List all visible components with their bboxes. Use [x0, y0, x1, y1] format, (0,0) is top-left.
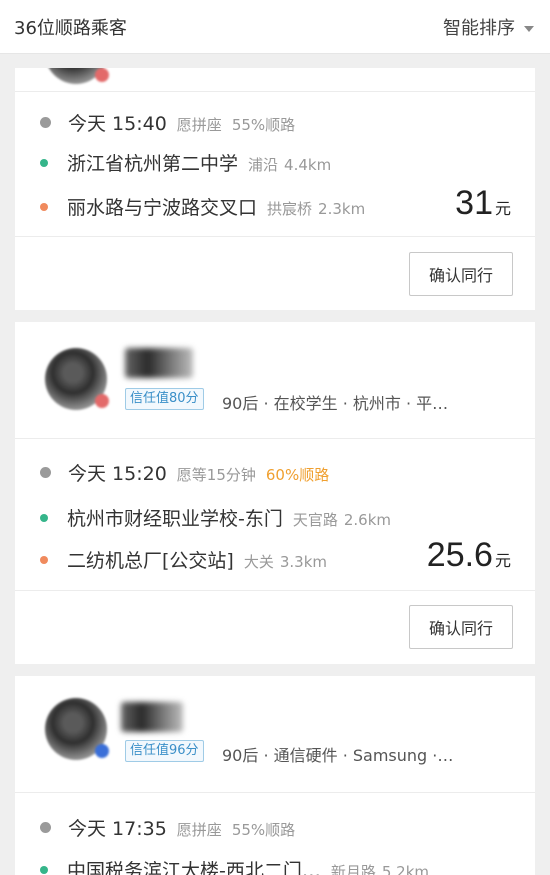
match-percent: 60%顺路 [265, 466, 330, 484]
sort-label: 智能排序 [443, 18, 515, 39]
start-area: 浦沿 [248, 156, 279, 174]
avatar[interactable] [45, 698, 109, 760]
price-value: 25.6 [426, 536, 493, 574]
match-percent: 55%顺路 [231, 821, 296, 839]
end-dot-icon [40, 556, 48, 564]
seat-note: 愿拼座 [176, 821, 222, 839]
chevron-down-icon [524, 25, 534, 32]
confirm-ride-button[interactable]: 确认同行 [409, 605, 513, 649]
start-area: 新月路 [330, 863, 376, 875]
trust-score-badge: 信任值80分 [125, 388, 204, 410]
departure-time: 今天 15:20 [68, 463, 167, 485]
start-location-row: 中国税务滨江大楼-西北二门… 新月路 5.2km [40, 856, 429, 875]
start-location-row: 杭州市财经职业学校-东门 天官路 2.6km [40, 504, 391, 531]
seat-note: 愿拼座 [176, 116, 222, 134]
passenger-profile: 90后 · 在校学生 · 杭州市 · 平… [222, 394, 449, 413]
match-percent: 55%顺路 [231, 116, 296, 134]
confirm-ride-button[interactable]: 确认同行 [409, 252, 513, 296]
end-location-row: 丽水路与宁波路交叉口 拱宸桥 2.3km [40, 193, 365, 220]
start-location-row: 浙江省杭州第二中学 浦沿 4.4km [40, 149, 331, 176]
price-value: 31 [455, 184, 493, 222]
departure-time: 今天 17:35 [68, 818, 167, 840]
avatar[interactable] [45, 68, 109, 84]
trust-score-badge: 信任值96分 [125, 740, 204, 762]
start-distance: 2.6km [343, 511, 392, 529]
passenger-count-title: 36位顺路乘客 [14, 18, 127, 39]
sort-dropdown[interactable]: 智能排序 [443, 14, 534, 40]
start-distance: 5.2km [381, 863, 430, 875]
passenger-name-blurred [125, 348, 193, 378]
departure-time-row: 今天 15:40 愿拼座 55%顺路 [40, 109, 295, 136]
end-area: 拱宸桥 [267, 200, 313, 218]
passenger-card: 信任值80分 90后 · 在校学生 · 杭州市 · 平… 今天 15:20 愿等… [15, 322, 535, 664]
price-unit: 元 [494, 551, 511, 570]
wait-note: 愿等15分钟 [176, 466, 256, 484]
end-distance: 3.3km [279, 553, 327, 571]
start-place: 杭州市财经职业学校-东门 [67, 508, 283, 530]
end-area: 大关 [243, 553, 274, 571]
top-bar: 36位顺路乘客 智能排序 [0, 0, 550, 54]
price-unit: 元 [494, 199, 511, 218]
start-place: 浙江省杭州第二中学 [67, 153, 239, 175]
passenger-profile: 90后 · 通信硬件 · Samsung ·… [222, 746, 454, 765]
gender-badge-icon [95, 68, 109, 82]
departure-time: 今天 15:40 [68, 113, 167, 135]
avatar[interactable] [45, 348, 109, 410]
clock-icon [40, 467, 51, 478]
clock-icon [40, 117, 51, 128]
start-dot-icon [40, 514, 48, 522]
passenger-card: 今天 15:40 愿拼座 55%顺路 浙江省杭州第二中学 浦沿 4.4km 丽水… [15, 68, 535, 310]
start-area: 天官路 [292, 511, 338, 529]
start-dot-icon [40, 159, 48, 167]
end-location-row: 二纺机总厂[公交站] 大关 3.3km [40, 546, 327, 573]
gender-badge-icon [95, 394, 109, 408]
departure-time-row: 今天 17:35 愿拼座 55%顺路 [40, 814, 295, 841]
start-place: 中国税务滨江大楼-西北二门… [67, 860, 321, 875]
departure-time-row: 今天 15:20 愿等15分钟 60%顺路 [40, 459, 329, 486]
end-dot-icon [40, 203, 48, 211]
end-place: 二纺机总厂[公交站] [67, 550, 234, 572]
clock-icon [40, 822, 51, 833]
passenger-name-blurred [121, 702, 183, 732]
start-distance: 4.4km [284, 156, 332, 174]
start-dot-icon [40, 866, 48, 874]
gender-badge-icon [95, 744, 109, 758]
end-place: 丽水路与宁波路交叉口 [67, 197, 258, 219]
passenger-card: 信任值96分 90后 · 通信硬件 · Samsung ·… 今天 17:35 … [15, 676, 535, 875]
end-distance: 2.3km [318, 200, 366, 218]
trip-price: 31 元 [455, 184, 511, 223]
trip-price: 25.6 元 [427, 536, 511, 575]
